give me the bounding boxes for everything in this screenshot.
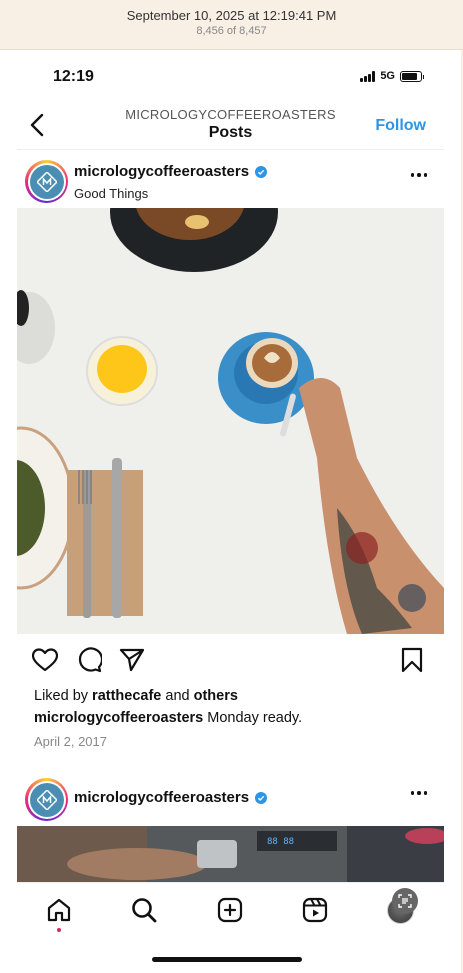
brand-logo-icon [29,164,64,199]
espresso-machine-photo: 88 88 [17,826,444,886]
coffee-photo [17,208,444,634]
live-text-icon [398,894,412,908]
more-options-button[interactable] [408,169,430,181]
right-gutter [444,50,461,973]
reels-icon [302,897,328,923]
create-icon [217,897,243,923]
more-options-button[interactable] [408,787,430,799]
post-location[interactable]: Good Things [74,186,148,201]
photos-viewer-bar: September 10, 2025 at 12:19:41 PM 8,456 … [0,0,463,50]
tab-home[interactable] [44,895,74,925]
verified-badge-icon [255,165,268,178]
home-icon [47,898,71,922]
bookmark-icon [401,647,423,673]
share-button[interactable] [118,646,146,674]
photo-count: 8,456 of 8,457 [196,25,267,37]
left-gutter [0,50,17,973]
comment-button[interactable] [75,646,103,674]
post-caption: micrologycoffeeroasters Monday ready. [34,710,302,726]
post-username[interactable]: micrologycoffeeroasters [74,789,249,806]
svg-text:88 88: 88 88 [267,837,294,847]
home-indicator [152,957,302,962]
send-icon [119,648,145,672]
tab-create[interactable] [215,895,245,925]
follow-button[interactable]: Follow [375,117,426,135]
tab-reels[interactable] [300,895,330,925]
post-image[interactable] [17,208,444,634]
status-icons: 5G [360,70,424,82]
instagram-screen: 12:19 5G MICROLOGYCOFFEEROASTERS Posts F… [17,50,444,973]
heart-icon [32,648,58,672]
battery-icon [400,70,424,82]
username-line: micrologycoffeeroasters [74,163,268,180]
likes-prefix: Liked by [34,688,93,704]
post-username[interactable]: micrologycoffeeroasters [74,163,249,180]
search-icon [132,898,157,923]
likes-line: Liked by ratthecafe and others [34,688,238,704]
liked-by-user[interactable]: ratthecafe [92,688,161,704]
network-label: 5G [380,70,395,82]
notification-dot [57,928,61,932]
like-button[interactable] [31,646,59,674]
posts-header: MICROLOGYCOFFEEROASTERS Posts Follow [17,102,444,150]
post-date: April 2, 2017 [34,734,107,749]
post-header: micrologycoffeeroasters Good Things [17,156,444,204]
verified-badge-icon [255,791,268,804]
save-button[interactable] [398,646,426,674]
likes-others-link[interactable]: others [194,688,238,704]
status-time: 12:19 [53,68,94,85]
comment-icon [78,647,102,673]
post2-header: micrologycoffeeroasters [17,774,444,822]
brand-logo-icon [29,782,64,817]
tab-search[interactable] [129,895,159,925]
avatar[interactable] [25,778,68,821]
signal-icon [360,70,376,82]
post-image[interactable]: 88 88 [17,826,444,886]
caption-username[interactable]: micrologycoffeeroasters [34,710,203,726]
post-actions [17,646,444,676]
bottom-tab-bar [17,882,444,973]
live-text-button[interactable] [392,888,418,914]
caption-text: Monday ready. [203,710,303,726]
likes-and: and [161,688,194,704]
username-line: micrologycoffeeroasters [74,789,268,806]
photo-timestamp: September 10, 2025 at 12:19:41 PM [126,8,337,23]
avatar[interactable] [25,160,68,203]
